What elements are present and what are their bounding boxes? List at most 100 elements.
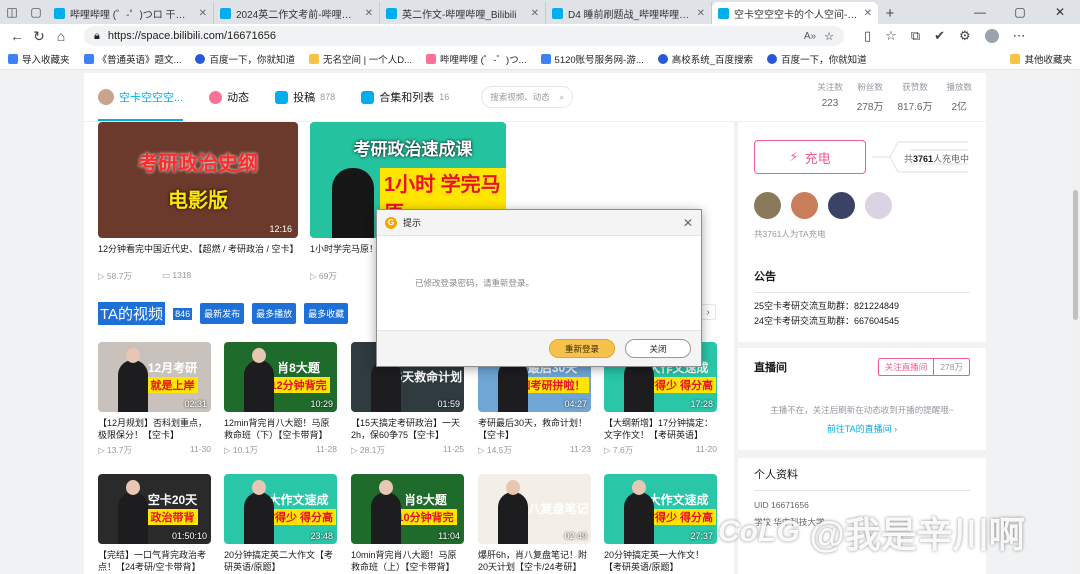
video-card[interactable]: 肖8大题 12分钟背完 10:29 12min背完肖八大题！马原救命班（下）【空卡带背… [224, 342, 337, 456]
video-title[interactable]: 10min背完肖八大题！马原救命班（上）【空卡带背】 [351, 549, 464, 573]
video-card[interactable]: 肖8大题 10分钟背完 11:04 10min背完肖八大题！马原救命班（上）【空卡带背… [351, 474, 464, 573]
profile-avatar[interactable] [984, 29, 999, 43]
close-icon[interactable]: ✕ [697, 8, 705, 19]
stat-followers[interactable]: 粉丝数 278万 [857, 81, 884, 113]
extension-icon[interactable]: ✔ [934, 28, 945, 44]
video-title[interactable]: 20分钟搞定英二大作文【考研英语/原题】 [224, 549, 337, 573]
video-thumbnail[interactable]: 大作文速成 背得少 得分高 27:37 [604, 474, 717, 544]
video-title[interactable]: 12min背完肖八大题！马原救命班（下）【空卡带背】 [224, 417, 337, 441]
video-thumbnail[interactable]: 空卡20天 政治带背 01:50:10 [98, 474, 211, 544]
close-icon[interactable]: ✕ [864, 8, 872, 19]
section-title: TA的视频 [98, 302, 166, 325]
search-input[interactable]: 搜索视频、动态 ⌕ [481, 86, 574, 108]
tab-actions-icon[interactable]: ▢ [24, 0, 48, 24]
home-icon[interactable]: ⌂ [50, 25, 72, 47]
bookmark-item[interactable]: 百度一下，你就知道 [767, 52, 867, 66]
thumb-title: 肖8大题 [277, 361, 320, 375]
bookmark-item[interactable]: 高校系统_百度搜索 [657, 52, 754, 66]
video-thumbnail[interactable]: 考研政治史纲 电影版 12:16 [98, 122, 298, 238]
favorite-star-icon[interactable]: ☆ [824, 30, 834, 43]
video-title[interactable]: 【完结】一口气背完政治考点！【24考研/空卡带背】 [98, 549, 211, 573]
bookmark-item[interactable]: 导入收藏夹 [8, 52, 70, 66]
video-thumbnail[interactable]: 大作文速成 背得少 得分高 23:48 [224, 474, 337, 544]
video-thumbnail[interactable]: 肖八复盘笔记 02:49 [478, 474, 591, 544]
split-screen-icon[interactable]: ▯ [864, 28, 871, 44]
maximize-icon[interactable]: ▢ [1000, 0, 1040, 24]
close-window-icon[interactable]: ✕ [1040, 0, 1080, 24]
video-title[interactable]: 20分钟搞定英一大作文！【考研英语/原题】 [604, 549, 717, 573]
video-title[interactable]: 爆肝6h，肖八复盘笔记！附20天计划【空卡/24考研】 [478, 549, 591, 573]
nav-collections[interactable]: 合集和列表 16 [361, 73, 449, 121]
video-card[interactable]: 肖八复盘笔记 02:49 爆肝6h，肖八复盘笔记！附20天计划【空卡/24考研】 [478, 474, 591, 573]
avatar[interactable] [791, 192, 818, 219]
close-icon[interactable]: ✕ [365, 8, 373, 19]
more-icon[interactable]: ⋯ [1013, 28, 1026, 44]
other-bookmarks[interactable]: 其他收藏夹 [1010, 52, 1072, 66]
video-card[interactable]: 大作文速成 背得少 得分高 23:48 20分钟搞定英二大作文【考研英语/原题】 [224, 474, 337, 573]
browser-tab-active[interactable]: 空卡空空空卡的个人空间-空卡 ✕ [712, 2, 878, 24]
video-card[interactable]: 空卡20天 政治带背 01:50:10 【完结】一口气背完政治考点！【24考研/空卡带… [98, 474, 211, 573]
new-tab-button[interactable]: + [878, 2, 902, 24]
browser-tab[interactable]: 2024英二作文考前-哔哩哔哩_Bilibili ✕ [214, 2, 380, 24]
person-figure [624, 348, 654, 412]
nav-home[interactable]: 空卡空空空... [98, 73, 184, 121]
minimize-icon[interactable]: — [960, 0, 1000, 24]
avatar[interactable] [865, 192, 892, 219]
bookmark-item[interactable]: 无名空间 | 一个人D... [308, 52, 412, 66]
video-title[interactable]: 【15天搞定考研政治】一天2h，保60争75【空卡】 [351, 417, 464, 441]
bookmark-item[interactable]: 哔哩哔哩 (゜-゜)つ... [425, 52, 527, 66]
browser-tab[interactable]: D4 睡前刷题战_哔哩哔哩_bilibili ✕ [546, 2, 712, 24]
video-title[interactable]: 【12月规划】否科划重点，极限保分！【空卡】 [98, 417, 211, 441]
scrollbar-thumb[interactable] [1073, 190, 1078, 320]
browser-tab[interactable]: 英二作文-哔哩哔哩_Bilibili ✕ [380, 2, 546, 24]
bookmark-icon [83, 53, 94, 64]
close-icon[interactable]: ✕ [683, 216, 693, 230]
relogin-button[interactable]: 重新登录 [549, 339, 615, 358]
video-title[interactable]: 考研最后30天，救命计划！【空卡】 [478, 417, 591, 441]
search-icon[interactable]: ⌕ [559, 92, 564, 103]
import-icon [8, 53, 18, 64]
close-button[interactable]: 关闭 [625, 339, 691, 358]
video-card[interactable]: 12月考研 就是上岸 02:31 【12月规划】否科划重点，极限保分！【空卡】 ▷ 13… [98, 342, 211, 456]
nav-dynamics[interactable]: 动态 [209, 73, 249, 121]
bookmark-label: 高校系统_百度搜索 [671, 54, 754, 66]
sort-most-fav-button[interactable]: 最多收藏 [304, 303, 349, 324]
publish-date: 11-28 [315, 444, 337, 454]
video-thumbnail[interactable]: 12月考研 就是上岸 02:31 [98, 342, 211, 412]
live-room-link[interactable]: 前往TA的直播间 › [738, 422, 986, 435]
section-count: 846 [173, 307, 193, 320]
collections-icon[interactable]: ⧉ [911, 28, 920, 44]
sort-most-played-button[interactable]: 最多播放 [252, 303, 297, 324]
extensions-icon[interactable]: ⚙ [959, 28, 971, 44]
chevron-right-icon[interactable]: › [700, 304, 716, 320]
back-icon[interactable]: ← [6, 25, 28, 47]
video-thumbnail[interactable]: 肖8大题 10分钟背完 11:04 [351, 474, 464, 544]
notice-title: 公告 [754, 271, 776, 283]
video-card[interactable]: 大作文速成 背得少 得分高 27:37 20分钟搞定英一大作文！【考研英语/原题】 [604, 474, 717, 573]
follow-live-button[interactable]: 关注直播间 278万 [877, 358, 970, 376]
video-thumbnail[interactable]: 肖8大题 12分钟背完 10:29 [224, 342, 337, 412]
avatar[interactable] [754, 192, 781, 219]
video-title[interactable]: 【大纲新增】17分钟搞定：文字作文！【考研英语】 [604, 417, 717, 441]
close-icon[interactable]: ✕ [199, 8, 207, 19]
bookmark-item[interactable]: 百度一下，你就知道 [195, 52, 295, 66]
close-icon[interactable]: ✕ [531, 8, 539, 19]
video-duration: 04:27 [564, 399, 587, 409]
page-scrollbar[interactable] [1071, 70, 1080, 574]
top-video-card[interactable]: 考研政治史纲 电影版 12:16 12分钟看完中国近代史、【超燃 / 考研政治 … [98, 122, 298, 282]
play-count: ▷ 58.7万 [98, 271, 132, 281]
address-bar[interactable]: 🔒︎ https://space.bilibili.com/16671656 A… [84, 26, 844, 46]
profile-menu-icon[interactable]: ◫ [0, 0, 24, 24]
read-aloud-icon[interactable]: A» [804, 31, 816, 42]
favorites-icon[interactable]: ☆ [885, 28, 897, 44]
sort-newest-button[interactable]: 最新发布 [200, 303, 245, 324]
video-title[interactable]: 12分钟看完中国近代史、【超燃 / 考研政治 / 空卡】 [98, 243, 298, 267]
browser-tab[interactable]: 哔哩哔哩 (゜-゜)つロ 干杯~-bilibili ✕ [48, 2, 214, 24]
avatar[interactable] [828, 192, 855, 219]
bookmark-item[interactable]: 《普通英语》题文... [83, 52, 181, 66]
bookmark-item[interactable]: 5120账号服务网-游... [540, 52, 644, 66]
stat-following[interactable]: 关注数 223 [817, 81, 843, 113]
charge-button[interactable]: ⚡ 充电 [754, 140, 866, 174]
nav-submissions[interactable]: 投稿 878 [275, 73, 335, 121]
refresh-icon[interactable]: ↻ [28, 25, 50, 47]
